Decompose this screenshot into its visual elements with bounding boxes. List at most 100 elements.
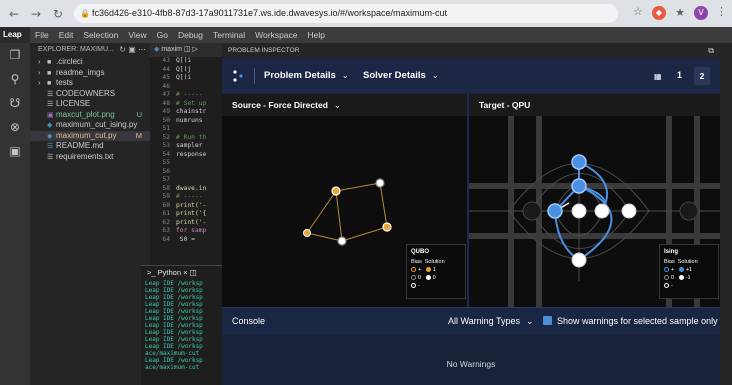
code-line: 60 print('- xyxy=(150,202,222,211)
source-panel-header[interactable]: Source - Force Directed ⌄ xyxy=(222,94,467,116)
code-text: print('- xyxy=(176,218,207,226)
menu-help[interactable]: Help xyxy=(303,30,330,40)
code-text: # ----- xyxy=(176,91,203,98)
explorer-item-codeowners[interactable]: ☰ CODEOWNERS xyxy=(30,89,150,100)
puzzle-icon[interactable]: ★ xyxy=(673,6,687,20)
run-icon[interactable]: ▷ xyxy=(193,46,198,53)
back-icon[interactable]: ← xyxy=(6,6,22,22)
qubit-inactive xyxy=(679,201,699,221)
explorer-header: EXPLORER: MAXIMU... ↻ ▣ ⋯ xyxy=(30,43,150,57)
code-line: 46 xyxy=(150,83,222,92)
explorer-item-readme-imgs[interactable]: › ■ readme_imgs xyxy=(30,68,150,79)
menu-selection[interactable]: Selection xyxy=(78,30,123,40)
profile-avatar[interactable]: V xyxy=(694,6,708,20)
editor-tab[interactable]: ◆ maxim ◫ ▷ xyxy=(150,43,222,57)
sample-selector[interactable]: 2 xyxy=(694,67,710,85)
popout-icon[interactable]: ⧉ xyxy=(708,43,714,58)
grid-icon[interactable]: ▦ xyxy=(654,72,662,81)
explorer-item-readme[interactable]: ☰ README.md xyxy=(30,141,150,152)
explorer-item-maxcut-plot[interactable]: ▣ maxcut_plot.png U xyxy=(30,110,150,121)
node-orange[interactable] xyxy=(331,186,341,196)
menu-edit[interactable]: Edit xyxy=(54,30,79,40)
explorer-item-circleci[interactable]: › ■ .circleci xyxy=(30,57,150,68)
chevron-down-icon: ⌄ xyxy=(431,71,439,80)
terminal-panel[interactable]: >_ Python × ◫ Leap IDE /worksp Leap IDE /… xyxy=(141,265,222,385)
explorer-item-requirements[interactable]: ☰ requirements.txt xyxy=(30,152,150,163)
menu-workspace[interactable]: Workspace xyxy=(250,30,302,40)
code-line: 50 numruns xyxy=(150,117,222,126)
qubit-blue[interactable] xyxy=(547,203,563,219)
code-line: 56 xyxy=(150,168,222,177)
right-activity-strip xyxy=(720,43,732,385)
address-bar[interactable]: 🔒 fc36d426-e310-4fb8-87d3-17a9011731e7.w… xyxy=(74,4,618,23)
tab-solver-details[interactable]: Solver Details ⌄ xyxy=(363,70,439,81)
warning-type-select[interactable]: All Warning Types ⌄ xyxy=(448,316,534,327)
tab-problem-details[interactable]: Problem Details ⌄ xyxy=(264,70,349,81)
node-orange[interactable] xyxy=(303,229,311,237)
extensions-icon[interactable]: ▣ xyxy=(7,143,23,159)
explorer-item-license[interactable]: ☰ LICENSE xyxy=(30,99,150,110)
qubit-blue[interactable] xyxy=(571,154,587,170)
chevron-down-icon: ⌄ xyxy=(526,316,534,326)
line-number: 57 xyxy=(162,176,170,183)
file-explorer: EXPLORER: MAXIMU... ↻ ▣ ⋯ › ■ .circleci › ■… xyxy=(30,43,150,385)
maximize-icon[interactable]: ◫ xyxy=(190,268,197,277)
code-text: # Set up xyxy=(176,99,207,107)
menu-debug[interactable]: Debug xyxy=(173,30,208,40)
code-line: 64 S0 = xyxy=(150,236,222,245)
explorer-actions[interactable]: ↻ ▣ ⋯ xyxy=(119,43,146,57)
show-warnings-checkbox[interactable]: Show warnings for selected sample only xyxy=(543,316,718,326)
menu-file[interactable]: File xyxy=(30,30,54,40)
leap-logo: Leap xyxy=(0,27,30,43)
menu-dots-icon[interactable]: ⋮ xyxy=(716,5,727,18)
files-icon[interactable]: ❐ xyxy=(7,47,23,63)
line-number: 44 xyxy=(162,65,170,73)
line-number: 46 xyxy=(162,82,170,90)
code-text: Q[(i xyxy=(176,74,192,81)
code-lines: 43 Q[(i 44 Q[(j 45 Q[(i 46 47 # ----- 48 # Set up 4… xyxy=(150,57,222,244)
source-control-icon[interactable]: ☋ xyxy=(7,95,23,111)
target-panel[interactable]: Target - QPU Ising Bias Solution + +1 0 … xyxy=(469,94,720,307)
source-panel[interactable]: Source - Force Directed ⌄ QUBO Bias Solut… xyxy=(222,94,467,307)
explorer-item-maximum-cut[interactable]: ◆ maximum_cut.py M xyxy=(30,130,150,141)
qubit-blue[interactable] xyxy=(571,178,587,194)
explorer-item-tests[interactable]: › ■ tests xyxy=(30,78,150,89)
menu-terminal[interactable]: Terminal xyxy=(208,30,250,40)
node-orange[interactable] xyxy=(382,222,392,232)
python-file-icon: ◆ xyxy=(154,46,160,53)
forward-icon[interactable]: → xyxy=(28,6,44,22)
line-number: 49 xyxy=(162,108,170,115)
qubit-white[interactable] xyxy=(621,203,637,219)
explorer-item-maximum-cut-ising[interactable]: ◆ maximum_cut_ising.py xyxy=(30,120,150,131)
terminal-tab[interactable]: >_ Python × ◫ xyxy=(141,266,222,280)
ising-legend: Ising Bias Solution + +1 0 -1 - xyxy=(659,244,719,299)
console-toolbar: Console All Warning Types ⌄ Show warnings… xyxy=(222,307,720,335)
split-icon[interactable]: ◫ xyxy=(184,46,191,53)
reload-icon[interactable]: ↻ xyxy=(50,6,66,22)
qubit-white[interactable] xyxy=(571,252,587,268)
qubit-white[interactable] xyxy=(594,203,610,219)
console-output: No Warnings xyxy=(222,335,720,385)
menu-go[interactable]: Go xyxy=(152,30,173,40)
debug-icon[interactable]: ⊗ xyxy=(7,119,23,135)
code-line: 51 xyxy=(150,125,222,134)
search-icon[interactable]: ⚲ xyxy=(7,71,23,87)
menu-view[interactable]: View xyxy=(123,30,151,40)
code-line: 47 # ----- xyxy=(150,91,222,100)
legend-row: 0 -1 xyxy=(664,274,714,282)
untracked-badge: U xyxy=(136,109,142,119)
terminal-line: Leap IDE /worksp xyxy=(145,294,203,301)
star-icon[interactable]: ☆ xyxy=(633,5,643,18)
qubit-inactive xyxy=(522,201,542,221)
code-line: 57 xyxy=(150,176,222,185)
close-icon[interactable]: × xyxy=(183,268,187,277)
qubit-white[interactable] xyxy=(571,203,587,219)
node-white[interactable] xyxy=(375,178,385,188)
line-number: 63 xyxy=(162,227,170,234)
target-panel-header: Target - QPU xyxy=(469,94,720,116)
node-white[interactable] xyxy=(337,236,347,246)
extension-icon[interactable]: ◆ xyxy=(652,6,666,20)
qubo-legend: QUBO Bias Solution + 1 0 0 - xyxy=(406,244,466,299)
inspector-tab-bar: PROBLEM INSPECTOR ⧉ xyxy=(222,43,732,58)
line-number: 50 xyxy=(162,116,170,124)
